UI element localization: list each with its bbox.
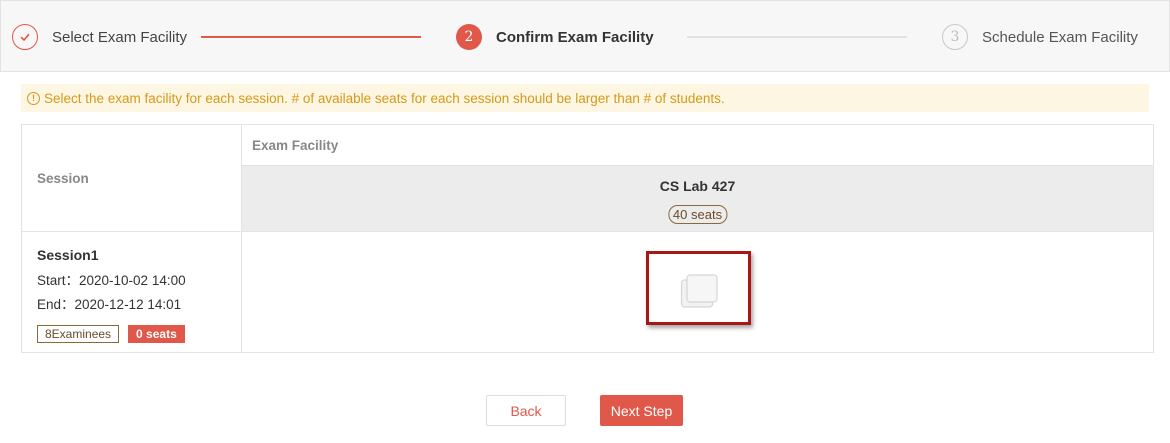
examinees-tag: 8Examinees	[37, 325, 120, 343]
step-progress-bar: Select Exam Facility 2 Confirm Exam Faci…	[0, 0, 1170, 72]
facility-column-header: Exam Facility	[242, 125, 1153, 166]
step-confirm-exam-facility: 2 Confirm Exam Facility	[456, 1, 654, 73]
session-row-cell: Session1 Start：2020-10-02 14:00 End：2020…	[22, 232, 242, 352]
step-number: 3	[942, 24, 968, 50]
step-connector	[687, 36, 907, 38]
session-end: End：2020-12-12 14:01	[37, 297, 182, 312]
step-label: Select Exam Facility	[52, 28, 188, 46]
step-select-exam-facility: Select Exam Facility	[12, 1, 187, 73]
highlighted-facility-checkbox[interactable]	[646, 251, 751, 325]
notice-banner: ! Select the exam facility for each sess…	[21, 84, 1149, 112]
facility-header-cell: CS Lab 427 40 seats	[242, 166, 1153, 232]
session-column-header: Session	[22, 125, 242, 232]
facility-name: CS Lab 427	[659, 178, 736, 194]
session-name: Session1	[37, 247, 99, 263]
session-facility-table: Session Exam Facility CS Lab 427 40 seat…	[21, 124, 1154, 353]
check-circle-icon	[12, 24, 38, 50]
checkbox-icon[interactable]	[680, 273, 720, 312]
warning-circle-icon: !	[27, 91, 40, 105]
next-step-button[interactable]: Next Step	[600, 395, 683, 426]
facility-seats-badge: 40 seats	[667, 205, 728, 224]
notice-text: Select the exam facility for each sessio…	[44, 90, 725, 106]
step-label: Schedule Exam Facility	[982, 28, 1138, 46]
step-label: Confirm Exam Facility	[496, 28, 654, 46]
session-start: Start：2020-10-02 14:00	[37, 273, 186, 288]
seats-tag: 0 seats	[128, 325, 185, 343]
back-button[interactable]: Back	[486, 395, 566, 426]
step-connector	[201, 36, 421, 38]
step-schedule-exam-facility: 3 Schedule Exam Facility	[942, 1, 1138, 73]
step-number: 2	[456, 24, 482, 50]
